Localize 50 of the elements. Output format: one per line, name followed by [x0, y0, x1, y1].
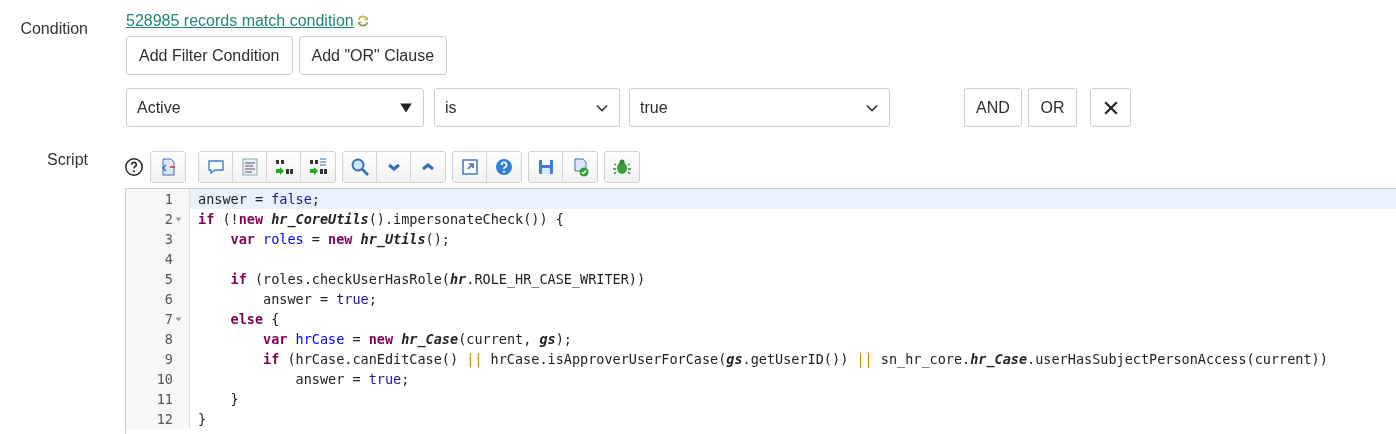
- filter-button[interactable]: Add "OR" Clause: [298, 36, 448, 75]
- replace-all-icon: [307, 156, 329, 178]
- chevron-down-button[interactable]: [377, 152, 411, 182]
- help-icon: [493, 156, 515, 178]
- line-number: 10: [156, 371, 173, 387]
- line-number: 5: [164, 271, 173, 287]
- line-number: 11: [156, 391, 173, 407]
- script-check-button[interactable]: [563, 152, 597, 182]
- replace-button[interactable]: [267, 152, 301, 182]
- code-line: else {: [229, 310, 281, 329]
- line-number: 3: [164, 231, 173, 247]
- line-number: 4: [164, 251, 173, 267]
- replace-all-button[interactable]: [301, 152, 335, 182]
- help-button[interactable]: [487, 152, 521, 182]
- remove-button[interactable]: [1090, 88, 1131, 127]
- code-line: }: [229, 390, 240, 409]
- line-number: 2: [164, 211, 173, 227]
- comment-button[interactable]: [199, 152, 233, 182]
- line-number: 6: [164, 291, 173, 307]
- logic-button[interactable]: AND: [964, 88, 1022, 127]
- code-editor[interactable]: [125, 188, 1396, 434]
- chevron-up-button[interactable]: [411, 152, 445, 182]
- line-number: 8: [164, 331, 173, 347]
- code-line: if (roles.checkUserHasRole(hr.ROLE_HR_CASE_WRITER)): [229, 270, 647, 289]
- operator-select[interactable]: is: [434, 88, 620, 127]
- code-line: var hrCase = new hr_Case(current, gs);: [262, 330, 573, 349]
- code-line: if (hrCase.canEditCase() || hrCase.isApproverUserForCase(gs.getUserID()) || sn_hr_core.hr_Case.userHasSubjectPersonAccess(current)): [262, 350, 1329, 369]
- code-line: }: [197, 410, 208, 429]
- code-line: if (!new hr_CoreUtils().impersonateCheck()) {: [197, 210, 565, 229]
- match-count-link[interactable]: 528985 records match condition: [126, 12, 354, 30]
- field-select[interactable]: Active: [126, 88, 424, 127]
- search-button[interactable]: [343, 152, 377, 182]
- code-line: answer = true;: [294, 370, 411, 389]
- line-number: 7: [164, 311, 173, 327]
- field-label: Script: [46, 150, 88, 170]
- code-line: var roles = new hr_Utils();: [229, 230, 451, 249]
- logic-button[interactable]: OR: [1028, 88, 1077, 127]
- help-icon: [124, 157, 144, 177]
- field-label: Condition: [19, 19, 88, 39]
- expand-button[interactable]: [453, 152, 487, 182]
- save-button[interactable]: [529, 152, 563, 182]
- line-number: 1: [164, 191, 173, 207]
- filter-button[interactable]: Add Filter Condition: [126, 36, 293, 75]
- value-select[interactable]: true: [629, 88, 890, 127]
- script-button[interactable]: [151, 152, 185, 182]
- code-line: answer = true;: [262, 290, 378, 309]
- line-number: 12: [156, 411, 173, 427]
- bug-button[interactable]: [605, 152, 639, 182]
- close-icon: [1102, 99, 1119, 116]
- line-number: 9: [164, 351, 173, 367]
